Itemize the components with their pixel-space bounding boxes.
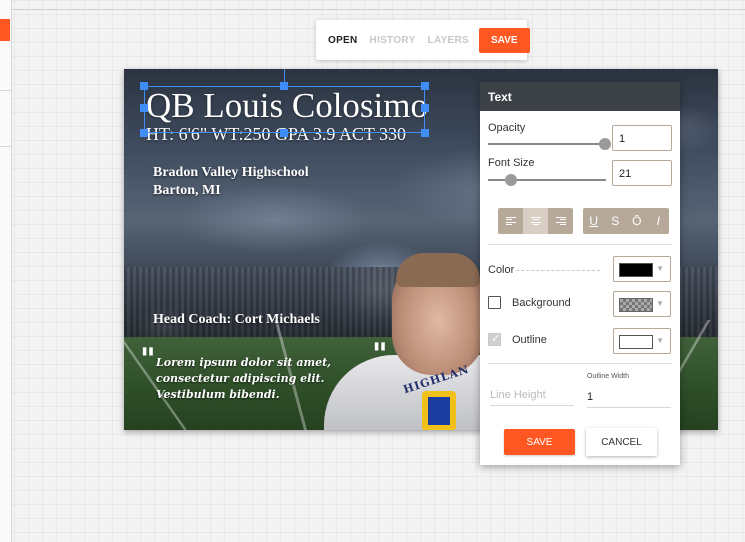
background-label: Background xyxy=(512,297,571,309)
align-right-button[interactable] xyxy=(548,208,573,234)
school-text-layer[interactable]: Bradon Valley Highschool Barton, MI xyxy=(153,164,309,200)
line-height-input[interactable]: Line Height xyxy=(490,389,574,406)
font-size-label: Font Size xyxy=(488,157,535,169)
outline-color-picker[interactable]: ▼ xyxy=(613,328,671,354)
panel-divider xyxy=(488,363,672,364)
align-left-icon xyxy=(505,216,516,226)
italic-button[interactable]: I xyxy=(648,208,670,234)
panel-divider xyxy=(488,244,672,245)
dropdown-arrow-icon: ▼ xyxy=(656,264,664,273)
background-color-picker[interactable]: ▼ xyxy=(613,291,671,317)
resize-handle-right[interactable] xyxy=(421,104,429,112)
align-left-button[interactable] xyxy=(498,208,523,234)
color-picker[interactable]: ▼ xyxy=(613,256,671,282)
resize-handle-top-left[interactable] xyxy=(140,82,148,90)
overline-button[interactable]: Ō xyxy=(626,208,648,234)
color-label: Color xyxy=(488,264,515,276)
outline-swatch xyxy=(619,335,653,349)
align-center-icon xyxy=(530,216,541,226)
outline-checkbox[interactable]: ✓ xyxy=(488,333,501,346)
opacity-input[interactable]: 1 xyxy=(612,125,672,151)
toolbar-save-button[interactable]: SAVE xyxy=(479,27,530,53)
font-size-slider-thumb[interactable] xyxy=(505,174,517,186)
transparent-swatch xyxy=(619,298,653,312)
dropdown-arrow-icon: ▼ xyxy=(656,299,664,308)
font-size-input[interactable]: 21 xyxy=(612,160,672,186)
underline-button[interactable]: U xyxy=(583,208,605,234)
jersey-number xyxy=(422,391,456,430)
quote-text-layer[interactable]: Lorem ipsum dolor sit amet, consectetur … xyxy=(156,355,384,403)
color-leader-line xyxy=(516,270,600,271)
outline-width-label: Outline Width xyxy=(587,373,630,380)
sidebar-active-marker[interactable] xyxy=(0,19,10,41)
dropdown-arrow-icon: ▼ xyxy=(656,336,664,345)
selection-box[interactable] xyxy=(144,86,425,133)
background-checkbox[interactable] xyxy=(488,296,501,309)
outline-width-input[interactable]: 1 xyxy=(587,391,671,408)
opacity-slider-track[interactable] xyxy=(488,143,608,145)
resize-handle-top[interactable] xyxy=(280,82,288,90)
open-quote-icon: " xyxy=(140,342,156,377)
panel-title: Text xyxy=(480,82,680,111)
outline-label: Outline xyxy=(512,334,547,346)
opacity-label: Opacity xyxy=(488,122,526,134)
alignment-group xyxy=(498,208,573,234)
top-divider xyxy=(11,9,745,10)
history-button[interactable]: HISTORY xyxy=(370,35,416,46)
school-name: Bradon Valley Highschool xyxy=(153,165,309,180)
strikethrough-button[interactable]: S xyxy=(605,208,627,234)
top-toolbar: OPEN HISTORY LAYERS SAVE xyxy=(316,20,530,60)
align-right-icon xyxy=(555,216,566,226)
text-style-group: U S Ō I xyxy=(583,208,669,234)
resize-handle-bottom[interactable] xyxy=(280,129,288,137)
open-button[interactable]: OPEN xyxy=(328,35,358,46)
check-icon: ✓ xyxy=(491,333,501,345)
resize-handle-bottom-left[interactable] xyxy=(140,129,148,137)
text-properties-panel: Text Opacity 1 Font Size 21 U S Ō I Colo… xyxy=(480,82,680,465)
layers-button[interactable]: LAYERS xyxy=(428,35,469,46)
coach-text-layer[interactable]: Head Coach: Cort Michaels xyxy=(153,312,320,328)
resize-handle-top-right[interactable] xyxy=(421,82,429,90)
sidebar-divider xyxy=(0,146,11,147)
panel-cancel-button[interactable]: CANCEL xyxy=(586,428,657,456)
resize-handle-bottom-right[interactable] xyxy=(421,129,429,137)
color-swatch xyxy=(619,263,653,277)
align-center-button[interactable] xyxy=(523,208,548,234)
opacity-slider-thumb[interactable] xyxy=(599,138,611,150)
player-hair xyxy=(396,253,480,287)
resize-handle-left[interactable] xyxy=(140,104,148,112)
panel-save-button[interactable]: SAVE xyxy=(504,429,575,455)
school-location: Barton, MI xyxy=(153,183,221,198)
sidebar-divider xyxy=(0,90,11,91)
left-sidebar xyxy=(0,0,12,542)
